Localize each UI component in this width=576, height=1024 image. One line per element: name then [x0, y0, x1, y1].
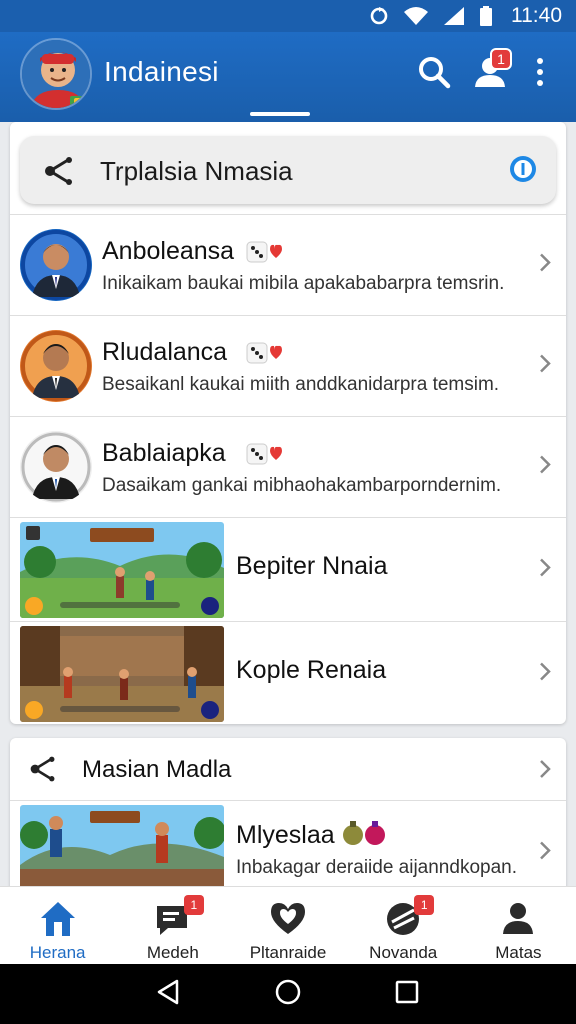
share-icon	[28, 754, 58, 789]
item-name: Bablaiapka	[102, 439, 226, 467]
list-item[interactable]: Rludalanca Besaikanl kaukai miith anddka…	[10, 315, 566, 416]
search-icon	[416, 54, 452, 95]
list-item[interactable]: Bablaiapka Dasaikam gankai mibhaohakamba…	[10, 416, 566, 517]
person-icon	[499, 899, 537, 939]
section-title: Masian Madla	[82, 756, 232, 783]
app-bar: Indainesi 1	[0, 32, 576, 122]
chevron-right-icon	[538, 353, 552, 380]
nav-label: Medeh	[146, 943, 199, 962]
game-name: Kople Renaia	[236, 656, 387, 684]
game-name: Bepiter Nnaia	[236, 552, 388, 580]
feed-card: Trplalsia Nmasia Anboleansa Inikaikam ba…	[10, 122, 566, 724]
wifi-icon	[403, 6, 429, 26]
bottom-navigation: Herana 1 Medeh Pltanraide 1 Novanda Mata…	[0, 886, 576, 964]
game-thumbnail	[20, 626, 224, 722]
item-subtitle: Inikaikam baukai mibila apakababarpra te…	[102, 273, 505, 294]
dice-heart-icon	[246, 441, 286, 472]
system-navigation-bar	[0, 964, 576, 1024]
status-bar: 11:40	[0, 0, 576, 32]
chevron-right-icon	[538, 758, 552, 785]
nav-item-favorites[interactable]: Pltanraide	[230, 887, 345, 964]
dice-heart-icon	[246, 239, 286, 270]
section-header[interactable]: Masian Madla	[10, 738, 566, 800]
profile-avatar[interactable]	[20, 38, 92, 110]
main-content[interactable]: Trplalsia Nmasia Anboleansa Inikaikam ba…	[0, 122, 576, 886]
nav-label: Matas	[495, 943, 542, 962]
recents-icon[interactable]	[393, 978, 421, 1011]
nav-item-home[interactable]: Herana	[0, 887, 115, 964]
home-icon	[39, 899, 77, 939]
more-vert-icon	[535, 57, 545, 92]
ball-icon: 1	[384, 895, 435, 939]
nav-item-messages[interactable]: 1 Medeh	[115, 887, 230, 964]
game-subtitle: Inbakagar deraiide aijanndkopan.	[236, 857, 517, 878]
account-badge: 1	[490, 48, 512, 70]
list-item[interactable]: Anboleansa Inikaikam baukai mibila apaka…	[10, 214, 566, 315]
heart-icon	[269, 899, 307, 939]
avatar	[20, 229, 92, 301]
game-item[interactable]: Kople Renaia	[10, 621, 566, 724]
item-subtitle: Besaikanl kaukai miith anddkanidarpra te…	[102, 374, 500, 395]
avatar	[20, 330, 92, 402]
clock: 11:40	[511, 4, 562, 27]
share-icon[interactable]	[42, 154, 76, 193]
search-bar-title: Trplalsia Nmasia	[100, 156, 293, 186]
potion-icon	[342, 819, 388, 852]
account-button[interactable]: 1	[470, 48, 512, 94]
home-button-icon[interactable]	[274, 978, 302, 1011]
tab-indicator	[250, 112, 310, 116]
info-icon[interactable]	[508, 154, 538, 189]
game-name: Mlyeslaa	[236, 821, 335, 849]
nav-item-games[interactable]: 1 Novanda	[346, 887, 461, 964]
section-card: Masian Madla Mlyeslaa Inbakagar deraiide…	[10, 738, 566, 886]
nav-item-profile[interactable]: Matas	[461, 887, 576, 964]
game-thumbnail	[20, 522, 224, 618]
nav-badge: 1	[414, 895, 435, 915]
item-name: Anboleansa	[102, 237, 235, 265]
item-name: Rludalanca	[102, 338, 228, 366]
battery-icon	[479, 6, 493, 26]
signal-icon	[443, 6, 465, 26]
app-title: Indainesi	[104, 56, 219, 87]
nav-badge: 1	[183, 895, 204, 915]
game-item[interactable]: Mlyeslaa Inbakagar deraiide aijanndkopan…	[10, 800, 566, 886]
search-button[interactable]	[414, 54, 454, 94]
nav-label: Novanda	[369, 943, 438, 962]
game-thumbnail	[20, 805, 224, 886]
chevron-right-icon	[538, 252, 552, 279]
game-item[interactable]: Bepiter Nnaia	[10, 517, 566, 621]
dice-heart-icon	[246, 340, 286, 371]
chevron-right-icon	[538, 660, 552, 687]
chevron-right-icon	[538, 556, 552, 583]
nav-label: Pltanraide	[249, 943, 327, 962]
back-icon[interactable]	[155, 978, 183, 1011]
search-bar[interactable]: Trplalsia Nmasia	[20, 136, 556, 204]
sync-icon	[369, 6, 389, 26]
chevron-right-icon	[538, 454, 552, 481]
message-icon: 1	[154, 895, 204, 939]
avatar	[20, 431, 92, 503]
item-subtitle: Dasaikam gankai mibhaohakambarporndernim…	[102, 475, 502, 496]
more-options-button[interactable]	[520, 54, 560, 94]
chevron-right-icon	[538, 839, 552, 866]
nav-label: Herana	[29, 943, 86, 962]
